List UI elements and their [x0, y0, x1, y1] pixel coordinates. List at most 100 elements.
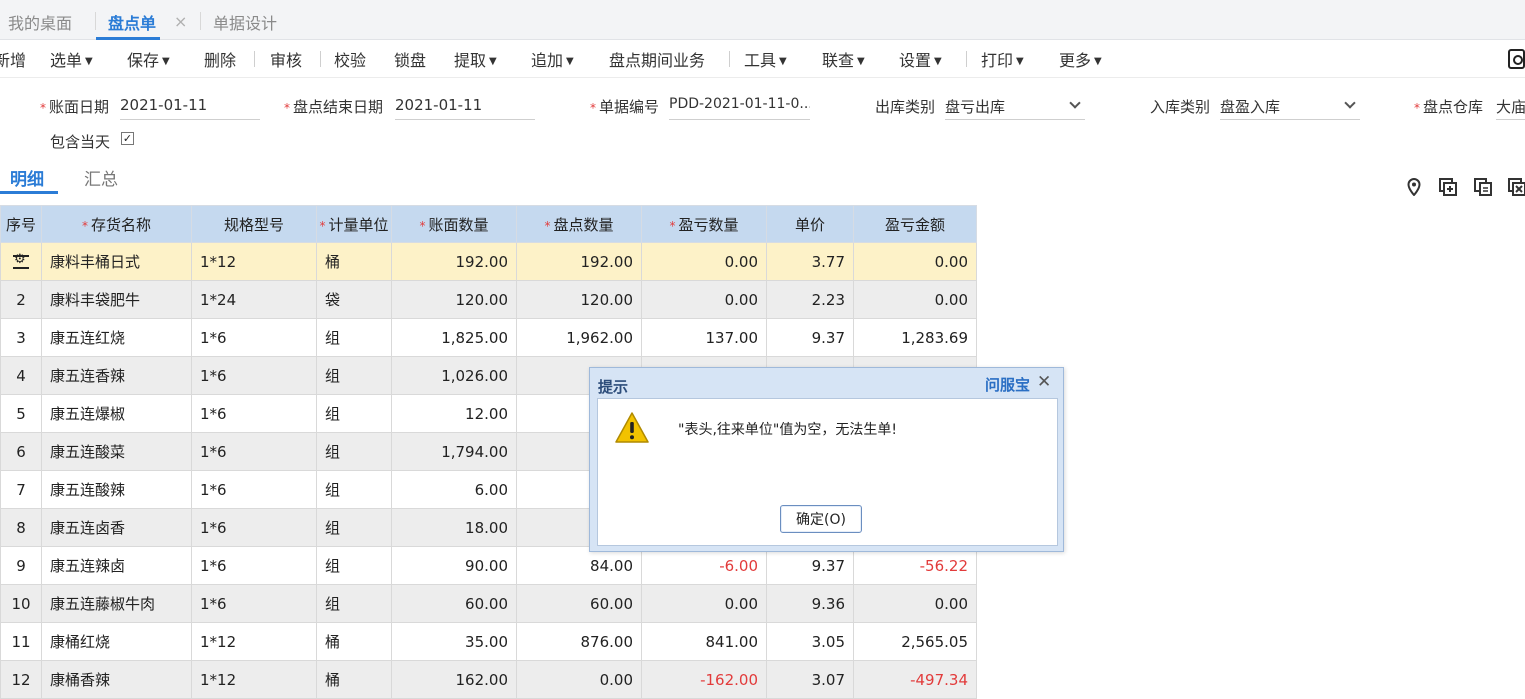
- cell-index[interactable]: 6: [0, 432, 42, 471]
- cell-diff-amount[interactable]: 0.00: [853, 242, 977, 281]
- table-row[interactable]: 3 康五连红烧 1*6 组 1,825.00 1,962.00 137.00 9.37 1,28…: [0, 318, 977, 357]
- cell-spec[interactable]: 1*6: [191, 432, 317, 471]
- cell-index[interactable]: 2: [0, 280, 42, 319]
- query-button[interactable]: 联查 ▼: [822, 47, 865, 71]
- cell-count-qty[interactable]: 1,962.00: [516, 318, 642, 357]
- add-row-icon[interactable]: [1439, 178, 1457, 196]
- cell-book-qty[interactable]: 90.00: [391, 546, 517, 585]
- cell-spec[interactable]: 1*12: [191, 660, 317, 699]
- print-button[interactable]: 打印 ▼: [981, 47, 1024, 71]
- table-row[interactable]: 9 康五连辣卤 1*6 组 90.00 84.00 -6.00 9.37 -56.22: [0, 546, 977, 585]
- cell-book-qty[interactable]: 1,825.00: [391, 318, 517, 357]
- cell-diff-qty[interactable]: 841.00: [641, 622, 767, 661]
- lock-button[interactable]: 锁盘: [394, 47, 426, 71]
- col-header-book-qty[interactable]: * 账面数量: [391, 205, 517, 243]
- cell-book-qty[interactable]: 1,026.00: [391, 356, 517, 395]
- cell-item-name[interactable]: 康五连卤香: [41, 508, 192, 547]
- cell-count-qty[interactable]: 192.00: [516, 242, 642, 281]
- cell-spec[interactable]: 1*6: [191, 508, 317, 547]
- cell-book-qty[interactable]: 18.00: [391, 508, 517, 547]
- cell-book-qty[interactable]: 192.00: [391, 242, 517, 281]
- cell-unit[interactable]: 袋: [316, 280, 392, 319]
- cell-count-qty[interactable]: 84.00: [516, 546, 642, 585]
- copy-row-icon[interactable]: [1474, 178, 1492, 196]
- cell-unit-price[interactable]: 9.36: [766, 584, 854, 623]
- col-header-diff-amount[interactable]: 盈亏金额: [853, 205, 977, 243]
- cell-unit-price[interactable]: 9.37: [766, 546, 854, 585]
- cell-index[interactable]: 11: [0, 622, 42, 661]
- cell-diff-qty[interactable]: 0.00: [641, 242, 767, 281]
- cell-spec[interactable]: 1*24: [191, 280, 317, 319]
- cell-item-name[interactable]: 康桶红烧: [41, 622, 192, 661]
- extract-button[interactable]: 提取 ▼: [454, 47, 497, 71]
- cell-count-qty[interactable]: 876.00: [516, 622, 642, 661]
- append-button[interactable]: 追加 ▼: [531, 47, 574, 71]
- delete-row-icon[interactable]: [1508, 178, 1525, 196]
- cell-unit-price[interactable]: 3.07: [766, 660, 854, 699]
- cell-index[interactable]: 8: [0, 508, 42, 547]
- row-settings-icon[interactable]: [13, 252, 29, 269]
- audit-button[interactable]: 审核: [270, 47, 302, 71]
- account-date-field[interactable]: 2021-01-11: [120, 96, 260, 120]
- tab-doc-design[interactable]: 单据设计: [213, 10, 277, 40]
- cell-item-name[interactable]: 康料丰桶日式: [41, 242, 192, 281]
- tab-detail[interactable]: 明细: [10, 165, 44, 190]
- cell-unit[interactable]: 桶: [316, 242, 392, 281]
- cell-spec[interactable]: 1*12: [191, 242, 317, 281]
- cell-index[interactable]: 9: [0, 546, 42, 585]
- cell-unit[interactable]: 组: [316, 470, 392, 509]
- cell-unit[interactable]: 组: [316, 546, 392, 585]
- cell-unit[interactable]: 组: [316, 432, 392, 471]
- tab-inventory-count[interactable]: 盘点单: [96, 10, 161, 40]
- cell-diff-amount[interactable]: 0.00: [853, 280, 977, 319]
- cell-unit-price[interactable]: 3.77: [766, 242, 854, 281]
- include-today-checkbox[interactable]: ✓: [121, 132, 134, 145]
- dialog-help-link[interactable]: 问服宝: [985, 374, 1030, 395]
- cell-diff-amount[interactable]: 1,283.69: [853, 318, 977, 357]
- cell-unit-price[interactable]: 2.23: [766, 280, 854, 319]
- camera-icon[interactable]: [1508, 49, 1525, 69]
- col-header-index[interactable]: 序号: [0, 205, 42, 243]
- cell-spec[interactable]: 1*6: [191, 356, 317, 395]
- add-button[interactable]: 新增: [0, 47, 26, 71]
- ok-button[interactable]: 确定(O): [780, 505, 862, 533]
- cell-book-qty[interactable]: 12.00: [391, 394, 517, 433]
- cell-book-qty[interactable]: 1,794.00: [391, 432, 517, 471]
- cell-unit-price[interactable]: 3.05: [766, 622, 854, 661]
- col-header-unit-price[interactable]: 单价: [766, 205, 854, 243]
- col-header-diff-qty[interactable]: * 盈亏数量: [641, 205, 767, 243]
- tools-button[interactable]: 工具 ▼: [744, 47, 787, 71]
- cell-item-name[interactable]: 康五连红烧: [41, 318, 192, 357]
- cell-book-qty[interactable]: 6.00: [391, 470, 517, 509]
- location-pin-icon[interactable]: [1405, 177, 1423, 197]
- cell-index[interactable]: [0, 242, 42, 281]
- table-row[interactable]: 康料丰桶日式1*12桶192.00192.000.003.770.00: [0, 242, 977, 281]
- table-row[interactable]: 2 康料丰袋肥牛 1*24 袋 120.00 120.00 0.00 2.23 0.00: [0, 280, 977, 319]
- warehouse-field[interactable]: 大庙: [1496, 96, 1525, 120]
- cell-count-qty[interactable]: 60.00: [516, 584, 642, 623]
- cell-diff-amount[interactable]: -497.34: [853, 660, 977, 699]
- save-button[interactable]: 保存 ▼: [127, 47, 170, 71]
- cell-unit[interactable]: 组: [316, 508, 392, 547]
- cell-index[interactable]: 4: [0, 356, 42, 395]
- tab-summary[interactable]: 汇总: [84, 165, 118, 190]
- col-header-unit[interactable]: * 计量单位: [316, 205, 392, 243]
- cell-diff-qty[interactable]: -162.00: [641, 660, 767, 699]
- cell-unit[interactable]: 桶: [316, 660, 392, 699]
- cell-diff-amount[interactable]: 0.00: [853, 584, 977, 623]
- out-type-select[interactable]: 盘亏出库: [945, 96, 1085, 120]
- cell-index[interactable]: 5: [0, 394, 42, 433]
- table-row[interactable]: 12 康桶香辣 1*12 桶 162.00 0.00 -162.00 3.07 -497.34: [0, 660, 977, 699]
- cell-diff-amount[interactable]: 2,565.05: [853, 622, 977, 661]
- dialog-close-icon[interactable]: ✕: [1037, 372, 1051, 392]
- cell-unit[interactable]: 桶: [316, 622, 392, 661]
- cell-index[interactable]: 12: [0, 660, 42, 699]
- col-header-item-name[interactable]: * 存货名称: [41, 205, 192, 243]
- period-business-button[interactable]: 盘点期间业务: [609, 47, 705, 71]
- cell-unit[interactable]: 组: [316, 394, 392, 433]
- cell-diff-qty[interactable]: 0.00: [641, 280, 767, 319]
- doc-no-field[interactable]: PDD-2021-01-11-0...: [669, 96, 810, 120]
- cell-unit[interactable]: 组: [316, 584, 392, 623]
- col-header-spec[interactable]: 规格型号: [191, 205, 317, 243]
- cell-count-qty[interactable]: 120.00: [516, 280, 642, 319]
